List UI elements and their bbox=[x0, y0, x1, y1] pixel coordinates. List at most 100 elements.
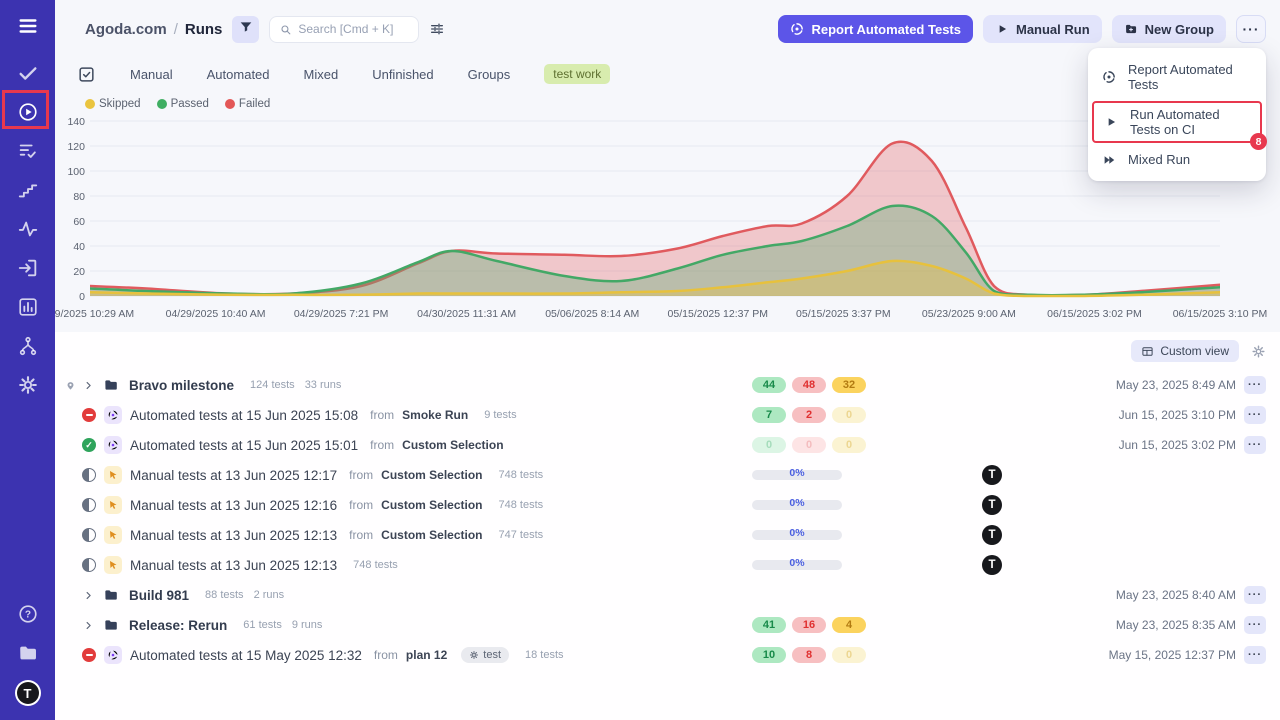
from-source[interactable]: plan 12 bbox=[406, 648, 447, 662]
row-menu-button[interactable]: ··· bbox=[1244, 586, 1266, 604]
run-title[interactable]: Automated tests at 15 Jun 2025 15:08 bbox=[130, 408, 358, 423]
group-title[interactable]: Build 981 bbox=[129, 588, 189, 603]
y-tick: 140 bbox=[67, 116, 85, 128]
dropdown-item-2[interactable]: Mixed Run bbox=[1088, 145, 1266, 174]
sidebar-help-icon[interactable]: ? bbox=[16, 602, 40, 626]
search-input[interactable] bbox=[298, 22, 408, 36]
expand-chevron-icon[interactable] bbox=[82, 589, 95, 602]
row-menu-button[interactable]: ··· bbox=[1244, 406, 1266, 424]
sidebar-import-icon[interactable] bbox=[16, 256, 40, 280]
from-source[interactable]: Custom Selection bbox=[402, 438, 503, 452]
from-source[interactable]: Custom Selection bbox=[381, 468, 482, 482]
custom-view-button[interactable]: Custom view bbox=[1131, 340, 1239, 362]
report-automated-tests-button[interactable]: Report Automated Tests bbox=[778, 15, 973, 43]
row-results: 0% bbox=[752, 470, 982, 480]
legend-dot bbox=[225, 99, 235, 109]
group-tests-count: 88 tests bbox=[205, 589, 244, 601]
run-title[interactable]: Manual tests at 13 Jun 2025 12:17 bbox=[130, 468, 337, 483]
more-actions-button[interactable]: ··· bbox=[1236, 15, 1266, 43]
from-source[interactable]: Custom Selection bbox=[381, 528, 482, 542]
from-source[interactable]: Smoke Run bbox=[402, 408, 468, 422]
legend-item-failed[interactable]: Failed bbox=[225, 98, 270, 110]
tune-icon[interactable] bbox=[429, 21, 445, 37]
sidebar-list-check-icon[interactable] bbox=[16, 139, 40, 163]
row-menu-button[interactable]: ··· bbox=[1244, 436, 1266, 454]
sidebar-pulse-icon[interactable] bbox=[16, 217, 40, 241]
from-source[interactable]: Custom Selection bbox=[381, 498, 482, 512]
group-title[interactable]: Bravo milestone bbox=[129, 378, 234, 393]
tab-groups[interactable]: Groups bbox=[468, 67, 511, 82]
run-title[interactable]: Manual tests at 13 Jun 2025 12:13 bbox=[130, 558, 337, 573]
run-row[interactable]: ✓Automated tests at 15 Jun 2025 15:01fro… bbox=[55, 430, 1280, 460]
view-settings-gear-icon[interactable] bbox=[1251, 344, 1266, 359]
group-row[interactable]: Release: Rerun61 tests9 runs41164May 23,… bbox=[55, 610, 1280, 640]
run-title[interactable]: Automated tests at 15 Jun 2025 15:01 bbox=[130, 438, 358, 453]
group-title[interactable]: Release: Rerun bbox=[129, 618, 227, 633]
grid-view-icon bbox=[1141, 345, 1154, 358]
sidebar-stairs-icon[interactable] bbox=[16, 178, 40, 202]
sidebar-check-icon[interactable] bbox=[16, 61, 40, 85]
group-runs-count: 2 runs bbox=[254, 589, 285, 601]
dropdown-item-0[interactable]: Report Automated Tests bbox=[1088, 55, 1266, 99]
manual-run-icon bbox=[104, 526, 122, 544]
from-label: from bbox=[374, 648, 398, 662]
progress-value: 0% bbox=[752, 557, 842, 569]
run-title[interactable]: Manual tests at 13 Jun 2025 12:13 bbox=[130, 528, 337, 543]
breadcrumb-separator: / bbox=[174, 21, 178, 38]
search-box[interactable] bbox=[269, 16, 419, 43]
tab-mixed[interactable]: Mixed bbox=[304, 67, 339, 82]
run-row[interactable]: Automated tests at 15 Jun 2025 15:08 from… bbox=[55, 400, 1280, 430]
from-label: from bbox=[370, 408, 394, 422]
progress-bar: 0% bbox=[752, 500, 842, 510]
automated-run-icon bbox=[104, 646, 122, 664]
x-tick: 06/15/2025 3:02 PM bbox=[1047, 308, 1142, 320]
folder-icon bbox=[103, 587, 119, 603]
dropdown-item-1[interactable]: Run Automated Tests on CI8 bbox=[1092, 101, 1262, 143]
sidebar-gear-icon[interactable] bbox=[16, 373, 40, 397]
sidebar-play-circle-icon[interactable] bbox=[16, 100, 40, 124]
badge-yellow: 4 bbox=[832, 617, 866, 633]
run-title[interactable]: Automated tests at 15 May 2025 12:32 bbox=[130, 648, 362, 663]
expand-chevron-icon[interactable] bbox=[82, 619, 95, 632]
sidebar-menu-icon[interactable] bbox=[16, 14, 40, 38]
tag-test[interactable]: test bbox=[461, 647, 509, 663]
search-icon bbox=[279, 23, 292, 36]
legend-item-passed[interactable]: Passed bbox=[157, 98, 209, 110]
pin-icon bbox=[65, 380, 82, 391]
run-row[interactable]: Automated tests at 15 May 2025 12:32 from… bbox=[55, 640, 1280, 670]
new-group-button[interactable]: New Group bbox=[1112, 15, 1226, 43]
run-row[interactable]: Manual tests at 13 Jun 2025 12:17fromCus… bbox=[55, 460, 1280, 490]
run-row[interactable]: Manual tests at 13 Jun 2025 12:13fromCus… bbox=[55, 520, 1280, 550]
play-icon bbox=[1104, 115, 1118, 129]
breadcrumb-project[interactable]: Agoda.com bbox=[85, 21, 167, 38]
legend-item-skipped[interactable]: Skipped bbox=[85, 98, 141, 110]
checklist-icon[interactable] bbox=[77, 65, 96, 84]
row-results: 0% bbox=[752, 530, 982, 540]
y-tick: 60 bbox=[73, 216, 85, 228]
run-tests-count: 9 tests bbox=[484, 409, 516, 421]
row-menu-button[interactable]: ··· bbox=[1244, 376, 1266, 394]
expand-chevron-icon[interactable] bbox=[82, 379, 95, 392]
row-menu-button[interactable]: ··· bbox=[1244, 646, 1266, 664]
filter-button[interactable] bbox=[232, 16, 259, 43]
tag-test-work[interactable]: test work bbox=[544, 64, 610, 84]
tab-manual[interactable]: Manual bbox=[130, 67, 173, 82]
manual-run-button[interactable]: Manual Run bbox=[983, 15, 1102, 43]
legend-dot bbox=[85, 99, 95, 109]
sidebar-folder-icon[interactable] bbox=[16, 641, 40, 665]
sidebar-branch-icon[interactable] bbox=[16, 334, 40, 358]
group-row[interactable]: Build 98188 tests2 runsMay 23, 2025 8:40… bbox=[55, 580, 1280, 610]
group-row[interactable]: Bravo milestone124 tests33 runs444832May… bbox=[55, 370, 1280, 400]
assignee-column: T bbox=[982, 465, 1022, 485]
run-row[interactable]: Manual tests at 13 Jun 2025 12:13748 tes… bbox=[55, 550, 1280, 580]
tab-unfinished[interactable]: Unfinished bbox=[372, 67, 433, 82]
play-icon bbox=[995, 22, 1009, 36]
app-logo[interactable]: T bbox=[15, 680, 41, 706]
legend-dot bbox=[157, 99, 167, 109]
row-menu-button[interactable]: ··· bbox=[1244, 616, 1266, 634]
tab-automated[interactable]: Automated bbox=[207, 67, 270, 82]
sidebar-bar-chart-icon[interactable] bbox=[16, 295, 40, 319]
chart-svg bbox=[90, 118, 1220, 304]
run-row[interactable]: Manual tests at 13 Jun 2025 12:16fromCus… bbox=[55, 490, 1280, 520]
run-title[interactable]: Manual tests at 13 Jun 2025 12:16 bbox=[130, 498, 337, 513]
